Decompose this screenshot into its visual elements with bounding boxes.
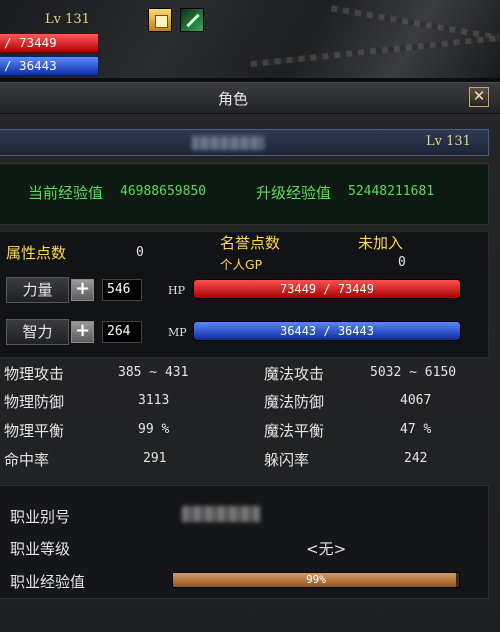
mp-tag: MP: [168, 326, 187, 339]
character-window: 角色 ✕ Lv 131 当前经验值 46988659850 升级经验值 5244…: [0, 82, 500, 632]
experience-panel: 当前经验值 46988659850 升级经验值 52448211681: [0, 163, 489, 225]
dodge-rate-value: 242: [404, 451, 428, 466]
close-button[interactable]: ✕: [469, 87, 489, 107]
physical-balance-label: 物理平衡: [4, 422, 65, 440]
magic-balance-label: 魔法平衡: [264, 422, 325, 440]
window-titlebar[interactable]: 角色 ✕: [0, 83, 500, 114]
job-exp-bar: 99%: [172, 572, 460, 588]
physical-attack-label: 物理攻击: [4, 365, 65, 383]
hud-mp-bar: / 36443: [0, 56, 99, 76]
intelligence-plus-button[interactable]: +: [71, 321, 94, 343]
intelligence-label: 智力: [6, 319, 69, 345]
attribute-panel: 属性点数 0 名誉点数 未加入 个人GP 0 力量 + 546 HP 73449…: [0, 231, 489, 358]
hud-level: Lv 131: [45, 12, 90, 27]
magic-attack-label: 魔法攻击: [264, 365, 325, 383]
magic-defense-value: 4067: [400, 393, 432, 408]
magic-defense-label: 魔法防御: [264, 393, 325, 411]
top-hud: Lv 131 / 73449 / 36443: [0, 0, 500, 78]
hit-rate-label: 命中率: [4, 451, 50, 469]
sword-skill-icon[interactable]: [180, 8, 204, 32]
character-name-bar: Lv 131: [0, 129, 489, 156]
job-alias-label: 职业别号: [10, 508, 71, 526]
mp-bar-text: 36443 / 36443: [280, 324, 374, 338]
mp-bar: 36443 / 36443: [193, 321, 461, 341]
background-chain: [250, 34, 500, 68]
job-alias-redacted: [182, 506, 260, 522]
strength-label: 力量: [6, 277, 69, 303]
dodge-rate-label: 躲闪率: [264, 451, 310, 469]
physical-attack-value: 385 ~ 431: [118, 365, 189, 380]
hp-tag: HP: [168, 284, 185, 297]
personal-gp-value: 0: [398, 255, 406, 270]
job-exp-text: 99%: [306, 573, 326, 586]
hit-rate-value: 291: [143, 451, 167, 466]
current-exp-value: 46988659850: [120, 184, 207, 199]
current-exp-label: 当前经验值: [28, 184, 104, 202]
hud-hp-bar: / 73449: [0, 33, 99, 53]
window-title: 角色: [217, 90, 248, 108]
job-exp-label: 职业经验值: [10, 573, 86, 591]
strength-value: 546: [102, 279, 142, 301]
next-exp-label: 升级经验值: [256, 184, 332, 202]
hud-hp-text: / 73449: [4, 35, 57, 50]
personal-gp-label: 个人GP: [220, 257, 263, 272]
character-name-redacted: [192, 136, 264, 150]
next-exp-value: 52448211681: [348, 184, 435, 199]
character-level: Lv 131: [426, 134, 471, 149]
intelligence-value: 264: [102, 321, 142, 343]
job-grade-label: 职业等级: [10, 540, 71, 558]
quest-scroll-icon[interactable]: [148, 8, 172, 32]
job-grade-value: <无>: [306, 540, 347, 558]
strength-plus-button[interactable]: +: [71, 279, 94, 301]
physical-defense-label: 物理防御: [4, 393, 65, 411]
magic-balance-value: 47 %: [400, 422, 432, 437]
hud-mp-text: / 36443: [4, 58, 57, 73]
physical-defense-value: 3113: [138, 393, 170, 408]
hp-bar: 73449 / 73449: [193, 279, 461, 299]
hp-bar-text: 73449 / 73449: [280, 282, 374, 296]
physical-balance-value: 99 %: [138, 422, 170, 437]
attribute-points-label: 属性点数: [6, 244, 67, 262]
background-chain: [330, 5, 500, 41]
attribute-points-value: 0: [136, 245, 144, 260]
reputation-label: 名誉点数: [220, 234, 281, 252]
magic-attack-value: 5032 ~ 6150: [370, 365, 457, 380]
reputation-status: 未加入: [358, 234, 404, 252]
